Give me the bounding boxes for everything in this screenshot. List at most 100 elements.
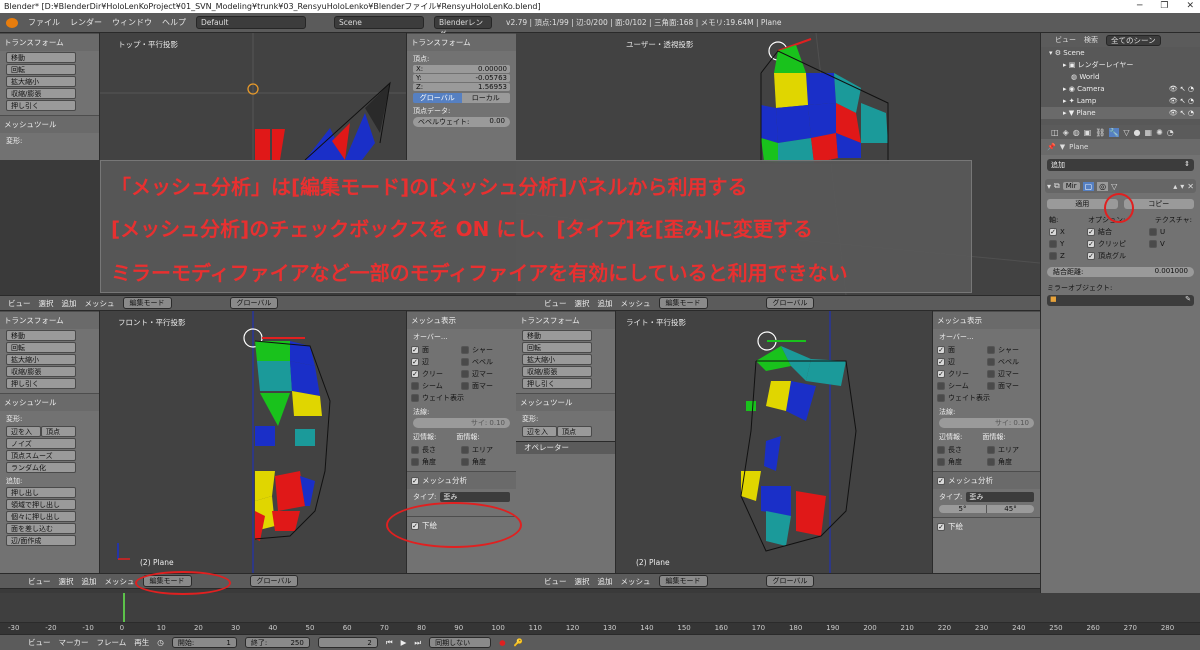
play-icon[interactable]: ▶ xyxy=(401,638,407,647)
eyedropper-icon[interactable]: ✎ xyxy=(1185,295,1191,306)
blender-logo-icon[interactable] xyxy=(6,17,18,28)
end-frame-field[interactable]: 終了: 250 xyxy=(244,637,310,648)
axis-x-check[interactable]: ✓ X xyxy=(1049,227,1085,237)
transform-panel-title-right[interactable]: トランスフォーム xyxy=(516,311,615,329)
close-icon[interactable]: ✕ xyxy=(1186,0,1194,13)
bevel-check-front[interactable]: ベベル xyxy=(461,357,507,367)
translate-button-front[interactable]: 移動 xyxy=(6,330,76,341)
vertex-slide-button[interactable]: 頂点 xyxy=(41,426,76,437)
extrude-button[interactable]: 押し出し xyxy=(6,487,76,498)
translate-button[interactable]: 移動 xyxy=(6,52,76,63)
scene-select[interactable]: Scene xyxy=(334,16,424,29)
menu-file[interactable]: ファイル xyxy=(28,17,60,28)
global-button[interactable]: グローバル xyxy=(413,93,462,103)
faces-check-right[interactable]: ✓ 面 xyxy=(937,345,983,355)
normal-size-front[interactable]: サイ: 0.10 xyxy=(413,418,510,428)
seam-check-right[interactable]: シーム xyxy=(937,381,983,391)
current-frame-field[interactable]: 2 xyxy=(317,637,378,648)
z-field[interactable]: Z: 1.56953 xyxy=(413,83,510,91)
crease-check-right[interactable]: ✓ クリー xyxy=(937,369,983,379)
weight-check-front[interactable]: ウェイト表示 xyxy=(411,393,501,403)
timeline-frame-menu[interactable]: フレーム xyxy=(97,637,127,648)
mesh-menu-right-bottom[interactable]: メッシュ xyxy=(621,576,651,587)
object-tab-icon[interactable]: ▣ xyxy=(1084,128,1092,137)
meshtools-panel-title[interactable]: メッシュツール xyxy=(0,115,99,133)
modifier-tab-icon[interactable]: 🔧 xyxy=(1109,127,1120,137)
constraint-tab-icon[interactable]: ⛓ xyxy=(1095,128,1105,137)
seam-check-front[interactable]: シーム xyxy=(411,381,457,391)
plane-visibility-icon[interactable]: 👁 ↖ ◔ xyxy=(1169,107,1200,119)
viewport-top[interactable]: トップ・平行投影 xyxy=(100,33,406,160)
timeline-view-menu[interactable]: ビュー xyxy=(28,637,51,648)
randomize-button[interactable]: ランダム化 xyxy=(6,462,76,473)
mode-select-right-bottom[interactable]: 編集モード xyxy=(658,575,708,587)
mesh-display-title-front[interactable]: メッシュ表示 xyxy=(407,311,516,329)
add-menu-front-bottom[interactable]: 追加 xyxy=(82,576,97,587)
mesh-menu-front-bottom[interactable]: メッシュ xyxy=(105,576,135,587)
timeline-marker-menu[interactable]: マーカー xyxy=(59,637,89,648)
axis-y-check[interactable]: Y xyxy=(1049,239,1085,249)
angle-check-right[interactable]: 角度 xyxy=(937,457,983,467)
menu-render[interactable]: レンダー xyxy=(70,17,102,28)
normal-size-right[interactable]: サイ: 0.10 xyxy=(939,418,1034,428)
mesh-menu-front[interactable]: メッシュ xyxy=(85,298,115,309)
background-images-title-right[interactable]: ✓ 下絵 xyxy=(933,517,1040,535)
camera-visibility-icon[interactable]: 👁 ↖ ◔ xyxy=(1169,83,1200,95)
particle-tab-icon[interactable]: ✺ xyxy=(1156,128,1163,137)
merge-distance-field[interactable]: 結合距離: 0.001000 xyxy=(1047,267,1194,277)
move-down-icon[interactable]: ▾ xyxy=(1180,182,1184,191)
extrude-region-button[interactable]: 領域で押し出し xyxy=(6,499,76,510)
timeline-ruler[interactable]: -30 -20 -10 0 10 20 30 40 50 60 70 80 90 100 110 120 130… xyxy=(0,622,1200,634)
meshtools-panel-title-front[interactable]: メッシュツール xyxy=(0,393,99,411)
scale-button-front[interactable]: 拡大縮小 xyxy=(6,354,76,365)
vertex-slide-button-right[interactable]: 頂点 xyxy=(557,426,592,437)
timeline-playback-menu[interactable]: 再生 xyxy=(134,637,149,648)
push-pull-button[interactable]: 押し引く xyxy=(6,100,76,111)
jump-start-icon[interactable]: ⏮ xyxy=(386,638,393,648)
distort-max-field[interactable]: 45° xyxy=(986,505,1034,513)
outliner-search-menu[interactable]: 検索 xyxy=(1084,35,1098,45)
preview-range-icon[interactable]: ◷ xyxy=(157,638,164,647)
modifier-name-field[interactable]: Mir xyxy=(1062,182,1080,190)
record-icon[interactable]: ● xyxy=(499,638,506,647)
rotate-button-right[interactable]: 回転 xyxy=(522,342,592,353)
menu-help[interactable]: ヘルプ xyxy=(162,17,186,28)
bevel-weight-field[interactable]: ベベルウェイト: 0.00 xyxy=(413,117,510,127)
angle2-check-right[interactable]: 角度 xyxy=(987,457,1033,467)
face-mark-check-right[interactable]: 面マー xyxy=(987,381,1033,391)
area-check-right[interactable]: エリア xyxy=(987,445,1033,455)
edge-slide-button[interactable]: 辺を入 xyxy=(6,426,41,437)
smooth-vertex-button[interactable]: 頂点スムーズ xyxy=(6,450,76,461)
sharp-check-right[interactable]: シャー xyxy=(987,345,1033,355)
pin-icon[interactable]: 📌 xyxy=(1047,143,1056,151)
local-button[interactable]: ローカル xyxy=(461,93,510,103)
outliner-row-plane[interactable]: ▸ ▼ Plane 👁 ↖ ◔ xyxy=(1041,107,1200,119)
mirror-object-field[interactable]: ■ ✎ xyxy=(1047,295,1194,306)
mesh-menu-right[interactable]: メッシュ xyxy=(621,298,651,309)
orientation-select-right[interactable]: グローバル xyxy=(765,297,815,309)
type-select-right[interactable]: 歪み xyxy=(966,492,1034,502)
push-pull-button-right[interactable]: 押し引く xyxy=(522,378,592,389)
add-menu-right[interactable]: 追加 xyxy=(598,298,613,309)
move-up-icon[interactable]: ▴ xyxy=(1173,182,1177,191)
orientation-select-front-bottom[interactable]: グローバル xyxy=(249,575,299,587)
angle-check-front[interactable]: 角度 xyxy=(411,457,457,467)
edge-mark-check-front[interactable]: 辺マー xyxy=(461,369,507,379)
viewport-front[interactable]: フロント・平行投影 (2) Plane xyxy=(100,311,406,573)
outliner-filter[interactable]: 全てのシーン xyxy=(1106,34,1161,46)
minimize-icon[interactable]: ─ xyxy=(1137,0,1142,13)
sync-select[interactable]: 同期しない xyxy=(429,637,492,648)
mesh-display-title-right[interactable]: メッシュ表示 xyxy=(933,311,1040,329)
axis-z-check[interactable]: Z xyxy=(1049,251,1085,261)
weight-check-right[interactable]: ウェイト表示 xyxy=(937,393,1027,403)
engine-select[interactable]: Blenderレンダー xyxy=(434,16,492,39)
extrude-individual-button[interactable]: 個々に押し出し xyxy=(6,511,76,522)
outliner-row-camera[interactable]: ▸ ◉ Camera 👁 ↖ ◔ xyxy=(1041,83,1200,95)
bevel-check-right[interactable]: ベベル xyxy=(987,357,1033,367)
u-check[interactable]: U xyxy=(1149,227,1189,237)
edge-mark-check-right[interactable]: 辺マー xyxy=(987,369,1033,379)
transform-props-title[interactable]: トランスフォーム xyxy=(407,33,516,51)
rotate-button-front[interactable]: 回転 xyxy=(6,342,76,353)
face-mark-check-front[interactable]: 面マー xyxy=(461,381,507,391)
x-field[interactable]: X: 0.00000 xyxy=(413,65,510,73)
